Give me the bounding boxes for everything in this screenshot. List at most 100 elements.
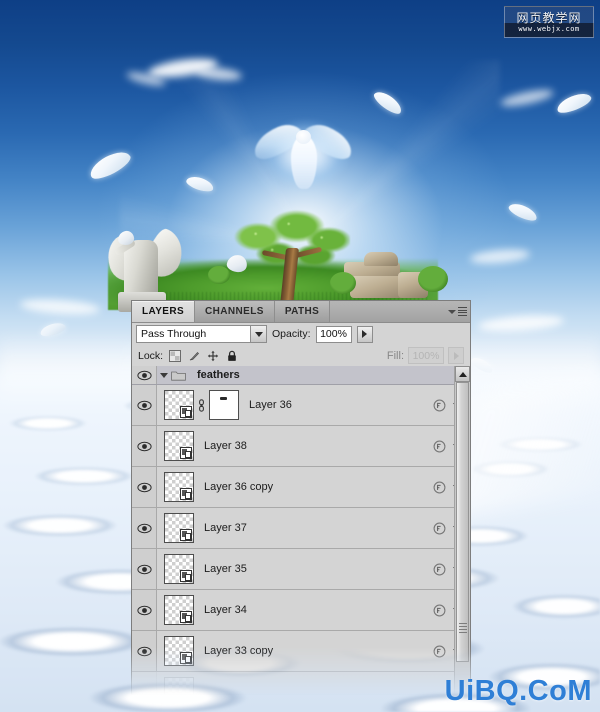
panel-body: LAYERS CHANNELS PATHS Pass Through Opaci… — [131, 300, 471, 695]
fill-label: Fill: — [386, 349, 404, 362]
layer-row[interactable]: Layer 33 copy — [132, 631, 470, 672]
lock-buttons — [169, 349, 238, 362]
stone-ruin — [364, 252, 398, 266]
layer-thumbnail[interactable] — [164, 472, 194, 502]
layer-thumbnail[interactable] — [164, 595, 194, 625]
scroll-up-button[interactable] — [455, 366, 470, 382]
layer-thumbnail[interactable] — [164, 431, 194, 461]
dove-head — [296, 130, 311, 144]
fill-value: 100% — [412, 349, 440, 362]
layer-style-icon[interactable] — [433, 522, 446, 535]
layer-style-icon[interactable] — [433, 440, 446, 453]
layer-row[interactable]: Layer 34 — [132, 590, 470, 631]
visibility-toggle[interactable] — [132, 672, 157, 694]
layer-style-icon[interactable] — [433, 481, 446, 494]
layer-list-scrollbar[interactable] — [454, 366, 470, 694]
layer-style-icon[interactable] — [433, 399, 446, 412]
link-icon[interactable] — [197, 398, 206, 412]
layer-thumbnail[interactable] — [164, 636, 194, 666]
visibility-toggle[interactable] — [132, 366, 157, 384]
blend-mode-select[interactable]: Pass Through — [136, 325, 267, 343]
visibility-toggle[interactable] — [132, 549, 157, 589]
layer-row[interactable]: Layer 36 — [132, 385, 470, 426]
visibility-toggle[interactable] — [132, 467, 157, 507]
tab-paths[interactable]: PATHS — [274, 301, 331, 322]
tab-channels[interactable]: CHANNELS — [195, 301, 275, 322]
watermark-chinese-text: 网页教学网 — [516, 10, 582, 25]
layer-name: Layer 34 — [204, 604, 247, 616]
lock-row: Lock: Fill: 100% — [132, 345, 470, 367]
screenshot-root: LAYERS CHANNELS PATHS Pass Through Opaci… — [0, 0, 600, 712]
layer-row[interactable] — [132, 672, 470, 694]
layer-name: feathers — [197, 369, 240, 381]
blend-mode-value: Pass Through — [141, 328, 207, 340]
layer-list[interactable]: feathers Layer 36 Layer 38 Layer 36 copy… — [132, 366, 470, 694]
smart-object-badge-icon — [180, 447, 192, 459]
fill-group: Fill: 100% — [387, 347, 464, 364]
layer-name: Layer 36 copy — [204, 481, 274, 493]
visibility-toggle[interactable] — [132, 385, 157, 425]
panel-tab-bar: LAYERS CHANNELS PATHS — [132, 301, 470, 323]
lock-all-button[interactable] — [226, 350, 238, 362]
watermark-url: www.webjx.com — [518, 24, 580, 33]
eye-icon — [136, 441, 152, 451]
layer-thumbnail[interactable] — [164, 390, 194, 420]
blend-opacity-row: Pass Through Opacity: 100% — [132, 323, 470, 345]
hamburger-lines-icon — [457, 307, 467, 316]
layer-style-icon[interactable] — [433, 563, 446, 576]
smart-object-badge-icon — [180, 406, 192, 418]
triangle-down-icon — [447, 309, 456, 314]
bush — [330, 272, 356, 294]
layer-row-group[interactable]: feathers — [132, 366, 470, 385]
lock-position-button[interactable] — [207, 350, 219, 362]
layers-panel: LAYERS CHANNELS PATHS Pass Through Opaci… — [131, 300, 471, 695]
panel-menu-icon[interactable] — [444, 301, 470, 322]
lock-transparent-pixels-button[interactable] — [169, 349, 182, 362]
layer-style-icon[interactable] — [433, 604, 446, 617]
layer-name: Layer 37 — [204, 522, 247, 534]
bush — [208, 266, 230, 284]
layer-thumbnail[interactable] — [164, 513, 194, 543]
eye-icon — [136, 370, 152, 380]
scrollbar-thumb[interactable] — [456, 382, 469, 662]
eye-icon — [136, 400, 152, 410]
smart-object-badge-icon — [180, 488, 192, 500]
smart-object-badge-icon — [180, 611, 192, 623]
visibility-toggle[interactable] — [132, 426, 157, 466]
grip-lines-icon — [458, 623, 467, 633]
lock-image-pixels-button[interactable] — [188, 350, 200, 362]
watermark-bottom-right: UiBQ.CoM — [444, 675, 592, 707]
eye-icon — [136, 482, 152, 492]
tab-layers[interactable]: LAYERS — [132, 301, 196, 322]
layer-row[interactable]: Layer 35 — [132, 549, 470, 590]
tab-bar-spacer — [330, 301, 444, 322]
layer-row[interactable]: Layer 38 — [132, 426, 470, 467]
layer-mask-thumbnail[interactable] — [209, 390, 239, 420]
smart-object-badge-icon — [180, 652, 192, 664]
visibility-toggle[interactable] — [132, 508, 157, 548]
lock-label: Lock: — [138, 349, 164, 362]
layer-name: Layer 35 — [204, 563, 247, 575]
smart-object-badge-icon — [180, 529, 192, 541]
visibility-toggle[interactable] — [132, 590, 157, 630]
group-disclosure-icon[interactable] — [157, 372, 171, 378]
visibility-toggle[interactable] — [132, 631, 157, 671]
layer-name: Layer 38 — [204, 440, 247, 452]
layer-thumbnail[interactable] — [164, 554, 194, 584]
layer-row[interactable]: Layer 37 — [132, 508, 470, 549]
eye-icon — [136, 564, 152, 574]
opacity-input[interactable]: 100% — [315, 325, 352, 343]
layer-row[interactable]: Layer 36 copy — [132, 467, 470, 508]
opacity-value: 100% — [320, 328, 347, 340]
eye-icon — [136, 605, 152, 615]
layer-thumbnail[interactable] — [164, 677, 194, 694]
bush — [418, 266, 448, 292]
opacity-label: Opacity: — [272, 328, 311, 340]
chevron-down-icon[interactable] — [250, 326, 266, 342]
fill-slider-button[interactable] — [448, 347, 464, 364]
layer-style-icon[interactable] — [433, 645, 446, 658]
eye-icon — [136, 523, 152, 533]
fill-input[interactable]: 100% — [408, 347, 444, 364]
opacity-slider-button[interactable] — [356, 325, 373, 343]
layer-name: Layer 33 copy — [204, 645, 274, 657]
